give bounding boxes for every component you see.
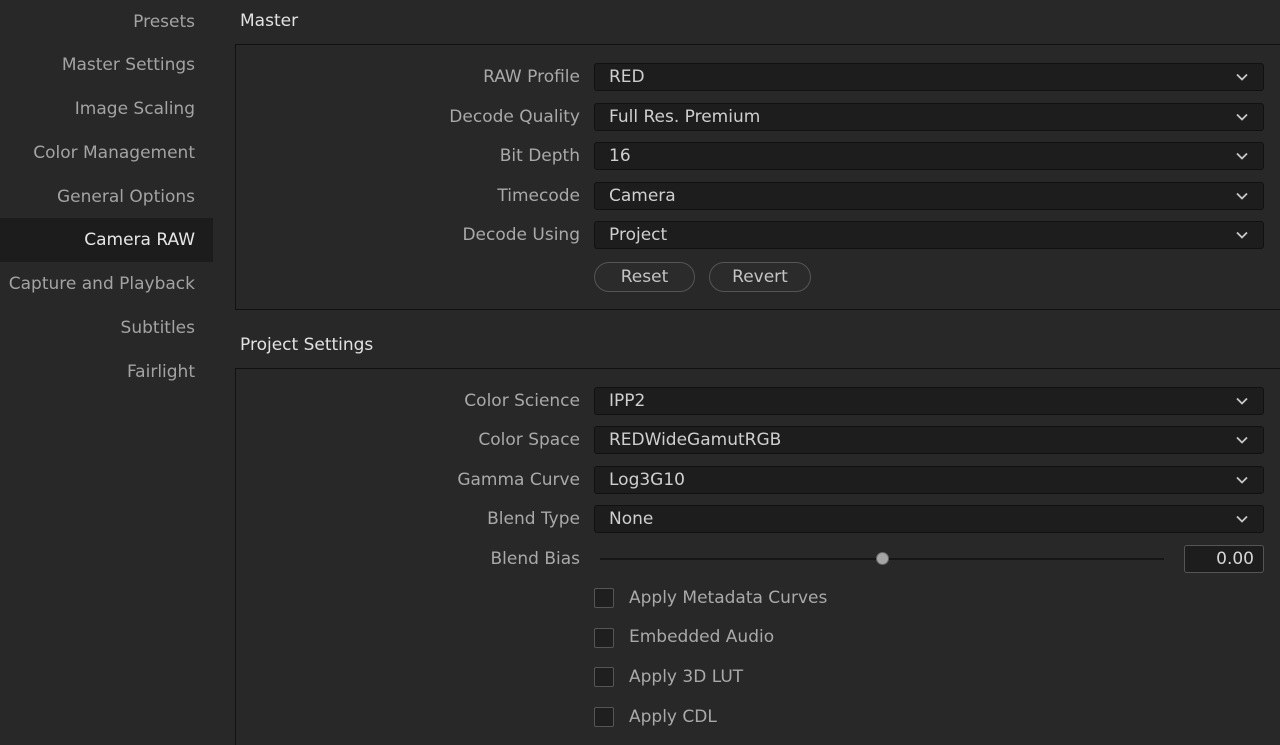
settings-sidebar: Presets Master Settings Image Scaling Co…	[0, 0, 213, 745]
camera-raw-settings-window: Presets Master Settings Image Scaling Co…	[0, 0, 1280, 745]
gamma-curve-label: Gamma Curve	[457, 470, 580, 490]
color-space-label: Color Space	[478, 430, 580, 450]
sidebar-item-image-scaling[interactable]: Image Scaling	[0, 87, 213, 131]
blend-type-value: None	[609, 509, 654, 529]
decode-using-label: Decode Using	[462, 225, 580, 245]
decode-using-dropdown[interactable]: Project	[594, 221, 1264, 249]
color-science-label: Color Science	[464, 391, 580, 411]
apply-metadata-curves-checkbox[interactable]	[594, 588, 614, 608]
blend-bias-label: Blend Bias	[490, 549, 580, 569]
apply-cdl-label: Apply CDL	[629, 707, 717, 727]
revert-button[interactable]: Revert	[709, 262, 811, 292]
reset-button[interactable]: Reset	[594, 262, 695, 292]
chevron-down-icon	[1236, 192, 1248, 200]
chevron-down-icon	[1236, 113, 1248, 121]
decode-using-value: Project	[609, 225, 668, 245]
bit-depth-label: Bit Depth	[499, 146, 580, 166]
decode-quality-value: Full Res. Premium	[609, 107, 761, 127]
apply-metadata-curves-label: Apply Metadata Curves	[629, 588, 828, 608]
sidebar-item-master-settings[interactable]: Master Settings	[0, 43, 213, 87]
sidebar-item-camera-raw[interactable]: Camera RAW	[0, 218, 213, 262]
blend-type-dropdown[interactable]: None	[594, 505, 1264, 533]
bit-depth-value: 16	[609, 146, 631, 166]
chevron-down-icon	[1236, 152, 1248, 160]
chevron-down-icon	[1236, 397, 1248, 405]
raw-profile-dropdown[interactable]: RED	[594, 63, 1264, 91]
raw-profile-label: RAW Profile	[483, 67, 580, 87]
color-science-value: IPP2	[609, 391, 646, 411]
timecode-dropdown[interactable]: Camera	[594, 182, 1264, 210]
chevron-down-icon	[1236, 515, 1248, 523]
chevron-down-icon	[1236, 436, 1248, 444]
decode-quality-label: Decode Quality	[449, 107, 580, 127]
blend-bias-slider-handle[interactable]	[876, 552, 889, 565]
sidebar-item-subtitles[interactable]: Subtitles	[0, 306, 213, 350]
color-science-dropdown[interactable]: IPP2	[594, 387, 1264, 415]
chevron-down-icon	[1236, 476, 1248, 484]
apply-3d-lut-checkbox[interactable]	[594, 667, 614, 687]
bit-depth-dropdown[interactable]: 16	[594, 142, 1264, 170]
raw-profile-value: RED	[609, 67, 645, 87]
gamma-curve-value: Log3G10	[609, 470, 685, 490]
chevron-down-icon	[1236, 73, 1248, 81]
timecode-value: Camera	[609, 186, 676, 206]
color-space-dropdown[interactable]: REDWideGamutRGB	[594, 426, 1264, 454]
project-settings-section-title: Project Settings	[240, 335, 374, 355]
blend-bias-input[interactable]: 0.00	[1184, 545, 1264, 573]
apply-3d-lut-label: Apply 3D LUT	[629, 667, 744, 687]
sidebar-item-color-management[interactable]: Color Management	[0, 131, 213, 175]
master-section-title: Master	[240, 11, 299, 31]
embedded-audio-checkbox[interactable]	[594, 628, 614, 648]
apply-cdl-checkbox[interactable]	[594, 707, 614, 727]
sidebar-item-capture-and-playback[interactable]: Capture and Playback	[0, 262, 213, 306]
blend-type-label: Blend Type	[487, 509, 580, 529]
chevron-down-icon	[1236, 231, 1248, 239]
sidebar-item-general-options[interactable]: General Options	[0, 175, 213, 219]
decode-quality-dropdown[interactable]: Full Res. Premium	[594, 103, 1264, 131]
timecode-label: Timecode	[497, 186, 580, 206]
sidebar-item-presets[interactable]: Presets	[0, 0, 213, 44]
embedded-audio-label: Embedded Audio	[629, 627, 775, 647]
sidebar-item-fairlight[interactable]: Fairlight	[0, 350, 213, 394]
gamma-curve-dropdown[interactable]: Log3G10	[594, 466, 1264, 494]
color-space-value: REDWideGamutRGB	[609, 430, 782, 450]
